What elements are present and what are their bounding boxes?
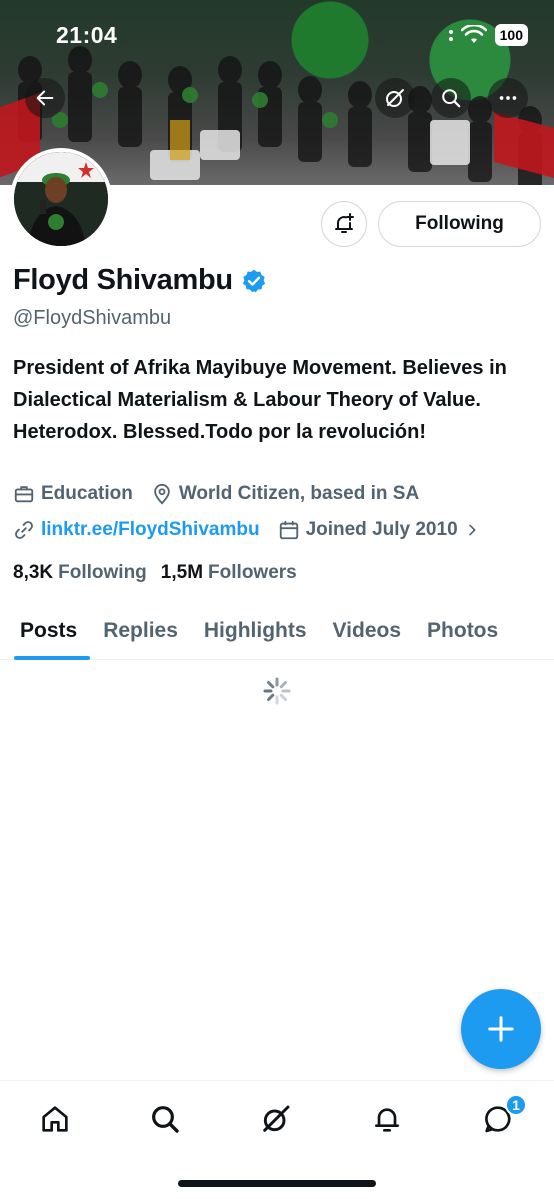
link-icon [15, 521, 33, 539]
battery-indicator: 100 [494, 24, 528, 46]
compose-button[interactable] [461, 989, 541, 1069]
tab-posts[interactable]: Posts [0, 602, 91, 660]
home-indicator [178, 1180, 376, 1187]
messages-badge: 1 [505, 1094, 527, 1116]
location-pin-icon [154, 483, 170, 505]
profile-location-label: World Citizen, based in SA [178, 483, 420, 504]
tab-photos[interactable]: Photos [414, 602, 511, 660]
arrow-left-icon [36, 90, 54, 106]
status-indicators: 100 [448, 24, 528, 46]
nav-notifications[interactable] [367, 1099, 407, 1139]
grok-button[interactable] [375, 78, 415, 118]
verified-badge-icon[interactable] [241, 268, 267, 294]
grok-icon [263, 1105, 290, 1132]
profile-counts: 8,3K Following 1,5M Followers [13, 562, 311, 584]
signal-icon [448, 29, 453, 41]
chevron-right-icon [468, 524, 476, 536]
profile-category-label: Education [41, 483, 133, 504]
tab-highlights[interactable]: Highlights [191, 602, 320, 660]
profile-bio: President of Afrika Mayibuye Movement. B… [13, 357, 507, 443]
profile-meta-row: linktr.ee/FloydShivambu Joined July 2010 [13, 519, 498, 541]
loading-spinner-icon [263, 677, 291, 705]
back-button[interactable] [25, 78, 65, 118]
following-count[interactable]: 8,3K [13, 562, 53, 584]
followers-label[interactable]: Followers [208, 562, 297, 584]
search-profile-button[interactable] [431, 78, 471, 118]
more-button[interactable] [488, 78, 528, 118]
profile-meta-row: Education World Citizen, based in SA [13, 483, 437, 505]
profile-joined-label: Joined July 2010 [305, 519, 458, 540]
profile-name: Floyd Shivambu [13, 264, 233, 296]
search-icon [152, 1106, 179, 1133]
profile-tabs: Posts Replies Highlights Videos Photos [0, 602, 554, 660]
following-button[interactable]: Following [378, 201, 541, 247]
more-horizontal-icon [499, 96, 517, 100]
status-time: 21:04 [56, 22, 118, 48]
tab-videos[interactable]: Videos [320, 602, 414, 660]
nav-search[interactable] [145, 1099, 185, 1139]
wifi-icon [460, 25, 487, 43]
notifications-icon [375, 1108, 399, 1132]
profile-handle: @FloydShivambu [13, 307, 172, 329]
notifications-toggle-button[interactable] [321, 201, 367, 247]
calendar-icon [279, 520, 298, 540]
briefcase-icon [14, 486, 34, 503]
profile-link-text[interactable]: linktr.ee/FloydShivambu [41, 519, 260, 541]
bell-plus-icon [335, 213, 354, 233]
search-icon [442, 89, 461, 108]
avatar-image [14, 152, 108, 246]
profile-name-row: Floyd Shivambu [13, 264, 267, 297]
profile-location: World Citizen, based in SA [151, 483, 419, 505]
nav-home[interactable] [35, 1099, 75, 1139]
profile-category: Education [13, 483, 133, 505]
home-icon [42, 1106, 68, 1132]
nav-grok[interactable] [256, 1099, 296, 1139]
tab-replies[interactable]: Replies [90, 602, 191, 660]
following-label[interactable]: Following [58, 562, 147, 584]
profile-avatar[interactable] [10, 148, 112, 250]
followers-count[interactable]: 1,5M [161, 562, 203, 584]
plus-icon [488, 1016, 514, 1042]
profile-link[interactable]: linktr.ee/FloydShivambu [13, 519, 260, 541]
profile-joined[interactable]: Joined July 2010 [278, 519, 480, 541]
grok-icon [386, 89, 404, 107]
